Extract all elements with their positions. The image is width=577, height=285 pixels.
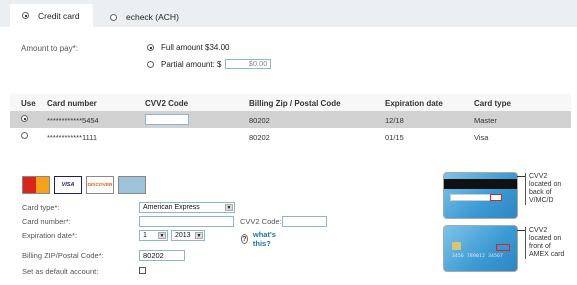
- expiration-label: Expiration date*:: [22, 231, 78, 240]
- exp-year-select[interactable]: 2013 ▼: [171, 230, 205, 241]
- payment-method-tabs: Credit card echeck (ACH): [0, 0, 577, 27]
- credit-card-radio[interactable]: [22, 12, 29, 19]
- table-header: Use Card number CVV2 Code Billing Zip / …: [10, 94, 571, 111]
- cvv-back-note: CVV2 located on back of V/MC/D: [525, 173, 571, 205]
- exp-year-value: 2013: [175, 232, 191, 239]
- default-account-label: Set as default account:: [22, 267, 99, 276]
- header-use: Use: [21, 99, 36, 108]
- tab-echeck[interactable]: echeck (ACH): [110, 7, 179, 27]
- expiration-cell: 12/18: [385, 116, 404, 125]
- zip-cell: 80202: [249, 133, 270, 142]
- use-card-radio[interactable]: [21, 115, 28, 122]
- full-amount-label: Full amount $34.00: [161, 43, 230, 52]
- amount-label: Amount to pay*:: [21, 44, 78, 53]
- header-billing-zip: Billing Zip / Postal Code: [249, 99, 341, 108]
- card-number-cell: ************5454: [47, 116, 99, 125]
- partial-amount-input[interactable]: $0.00: [225, 59, 272, 69]
- card-logos: VISA DISCOVER: [22, 176, 146, 194]
- header-card-number: Card number: [47, 99, 97, 108]
- card-front-image: 3456 789012 34567: [443, 225, 518, 272]
- cvv2-code-input[interactable]: [282, 216, 327, 227]
- tab-credit-card[interactable]: Credit card: [10, 4, 93, 27]
- full-amount-option[interactable]: Full amount $34.00: [147, 43, 230, 52]
- billing-zip-input[interactable]: 80202: [139, 250, 185, 261]
- expiration-cell: 01/15: [385, 133, 404, 142]
- card-type-cell: Visa: [474, 133, 489, 142]
- arrow-line: [517, 230, 525, 231]
- card-type-value: American Express: [143, 204, 200, 211]
- partial-amount-radio[interactable]: [147, 60, 154, 68]
- tab-echeck-label: echeck (ACH): [126, 12, 179, 22]
- cvv2-input[interactable]: [145, 114, 189, 125]
- cvv-highlight: [496, 244, 510, 251]
- discover-logo: DISCOVER: [86, 176, 114, 194]
- whats-this-link[interactable]: what's this?: [253, 230, 279, 248]
- cvv-front-note: CVV2 located on front of AMEX card: [525, 227, 571, 259]
- card-number-label: Card number*:: [22, 217, 71, 226]
- tab-credit-card-label: Credit card: [38, 10, 80, 21]
- zip-cell: 80202: [249, 116, 270, 125]
- cvv2-label: CVV2 Code:: [240, 217, 282, 226]
- default-account-checkbox[interactable]: [139, 267, 146, 274]
- header-card-type: Card type: [474, 99, 511, 108]
- whats-this-help[interactable]: ? what's this?: [241, 230, 279, 248]
- header-expiration: Expiration date: [385, 99, 443, 108]
- card-number-cell: ************1111: [47, 133, 98, 142]
- saved-cards-table: Use Card number CVV2 Code Billing Zip / …: [10, 94, 571, 145]
- card-back-image: [443, 172, 518, 219]
- use-card-radio[interactable]: [21, 132, 28, 139]
- partial-amount-label: Partial amount: $: [161, 59, 222, 69]
- chevron-down-icon: ▼: [225, 204, 233, 211]
- amount-panel: Amount to pay*: Full amount $34.00 Parti…: [10, 27, 571, 82]
- amex-logo: [118, 176, 146, 194]
- card-chip: [452, 242, 461, 250]
- exp-month-value: 1: [143, 232, 147, 239]
- echeck-radio[interactable]: [110, 13, 117, 21]
- card-number-art: 3456 789012 34567: [452, 254, 504, 259]
- table-row[interactable]: ************5454 80202 12/18 Master: [10, 111, 571, 128]
- card-type-label: Card type*:: [22, 203, 60, 212]
- magnetic-stripe: [444, 179, 517, 189]
- visa-logo: VISA: [54, 176, 82, 194]
- card-number-input[interactable]: [139, 216, 234, 227]
- header-cvv2: CVV2 Code: [145, 99, 189, 108]
- table-row[interactable]: ************1111 80202 01/15 Visa: [10, 128, 571, 145]
- exp-month-select[interactable]: 1 ▼: [139, 230, 168, 241]
- arrow-line: [517, 176, 525, 177]
- partial-amount-option[interactable]: Partial amount: $ $0.00: [147, 59, 272, 69]
- mastercard-logo: [22, 176, 50, 194]
- full-amount-radio[interactable]: [147, 44, 154, 51]
- zip-label: Billing ZIP/Postal Code*:: [22, 251, 104, 260]
- cvv-highlight: [490, 194, 502, 201]
- card-type-cell: Master: [474, 116, 497, 125]
- card-type-select[interactable]: American Express ▼: [139, 202, 235, 213]
- chevron-down-icon: ▼: [158, 232, 166, 239]
- chevron-down-icon: ▼: [195, 232, 203, 239]
- question-mark-icon: ?: [241, 234, 248, 244]
